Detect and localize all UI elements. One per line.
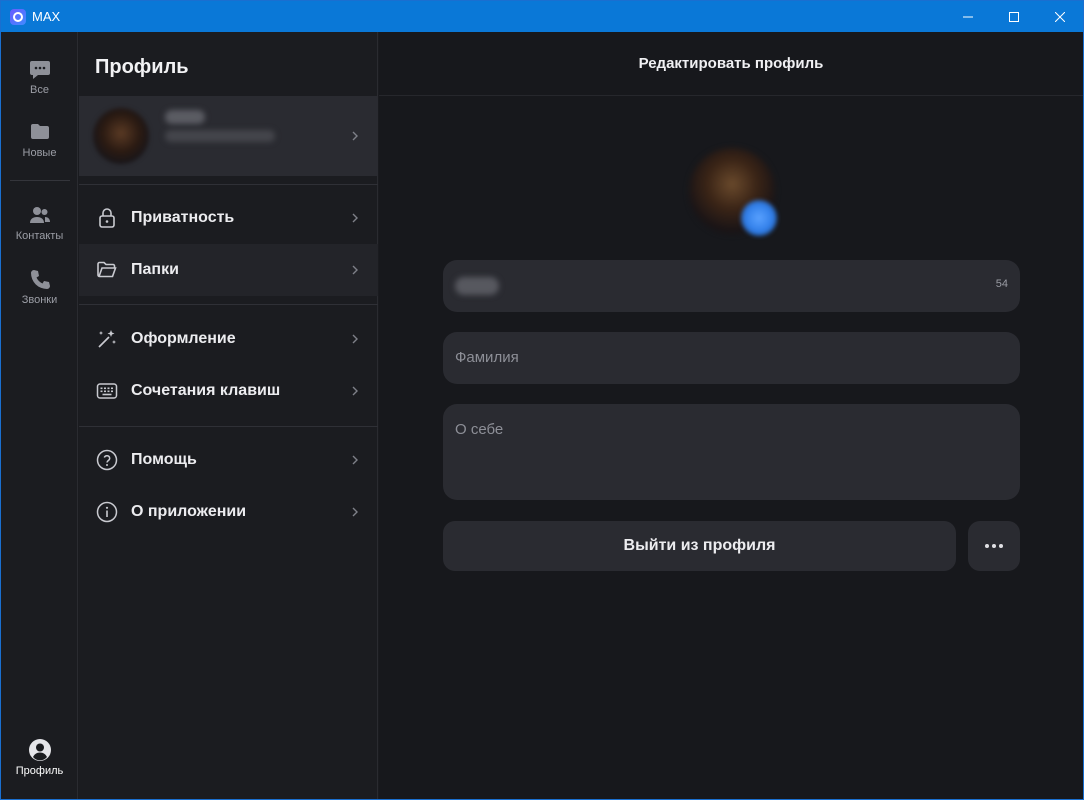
about-placeholder: О себе	[455, 421, 504, 438]
menu-item-appearance[interactable]: Оформление	[79, 313, 378, 365]
nav-rail: Все Новые Контакты Звонки Профиль	[1, 32, 78, 799]
rail-label-profile: Профиль	[15, 765, 64, 777]
rail-item-profile[interactable]: Профиль	[1, 738, 78, 777]
menu-item-help[interactable]: Помощь	[79, 434, 378, 486]
menu-item-folders[interactable]: Папки	[79, 244, 378, 296]
menu-title: Профиль	[95, 56, 189, 78]
menu-divider	[79, 426, 378, 427]
menu-label-about: О приложении	[131, 503, 247, 520]
edit-profile-pane: Редактировать профиль 54 Фамилия О себе …	[379, 32, 1083, 799]
magic-wand-icon	[96, 328, 118, 350]
chat-bubble-icon	[28, 57, 52, 81]
minimize-button[interactable]	[945, 1, 991, 32]
rail-label-contacts: Контакты	[15, 230, 64, 242]
keyboard-icon	[96, 380, 118, 402]
chevron-right-icon	[352, 386, 358, 396]
info-circle-icon	[96, 501, 118, 523]
window-controls	[945, 1, 1083, 32]
chevron-right-icon	[352, 334, 358, 344]
change-photo-badge[interactable]	[741, 200, 777, 236]
rail-label-new: Новые	[22, 147, 57, 159]
maximize-icon	[1009, 11, 1019, 22]
avatar	[93, 108, 149, 164]
close-button[interactable]	[1037, 1, 1083, 32]
chevron-right-icon	[352, 455, 358, 465]
menu-divider	[79, 304, 378, 305]
profile-avatar-icon	[28, 738, 52, 762]
lock-icon	[96, 207, 118, 229]
profile-menu: Профиль Приватность Папки Оформление Соч…	[79, 32, 378, 799]
menu-label-appearance: Оформление	[131, 330, 236, 347]
rail-item-new[interactable]: Новые	[1, 120, 78, 159]
minimize-icon	[963, 16, 973, 17]
maximize-button[interactable]	[991, 1, 1037, 32]
more-dots-icon	[985, 544, 1003, 548]
user-subtitle-redacted	[165, 130, 275, 142]
phone-icon	[28, 267, 52, 291]
rail-item-all[interactable]: Все	[1, 57, 78, 96]
menu-item-privacy[interactable]: Приватность	[79, 192, 378, 244]
menu-item-about[interactable]: О приложении	[79, 486, 378, 538]
page-title: Редактировать профиль	[379, 32, 1083, 96]
app-window: MAX Все Новые Контакты Звонки Профиль Пр…	[0, 0, 1084, 800]
window-title: MAX	[32, 9, 61, 24]
menu-divider	[79, 184, 378, 185]
close-icon	[1055, 11, 1065, 22]
last-name-placeholder: Фамилия	[455, 349, 519, 366]
menu-label-privacy: Приватность	[131, 209, 235, 226]
menu-label-folders: Папки	[131, 261, 179, 278]
logout-button[interactable]: Выйти из профиля	[443, 521, 956, 571]
rail-divider	[10, 180, 70, 181]
chevron-right-icon	[352, 265, 358, 275]
more-options-button[interactable]	[968, 521, 1020, 571]
title-bar: MAX	[1, 1, 1083, 32]
user-name-redacted	[165, 110, 205, 124]
last-name-field[interactable]: Фамилия	[443, 332, 1020, 384]
menu-label-help: Помощь	[131, 451, 197, 468]
menu-label-shortcuts: Сочетания клавиш	[131, 382, 281, 399]
folder-open-icon	[96, 259, 118, 281]
user-card[interactable]	[79, 96, 378, 176]
char-counter: 54	[995, 278, 1008, 290]
rail-label-all: Все	[30, 84, 49, 96]
help-circle-icon	[96, 449, 118, 471]
first-name-field[interactable]: 54	[443, 260, 1020, 312]
folder-icon	[28, 120, 52, 144]
contacts-icon	[28, 203, 52, 227]
rail-item-contacts[interactable]: Контакты	[1, 203, 78, 242]
rail-item-calls[interactable]: Звонки	[1, 267, 78, 306]
chevron-right-icon	[352, 213, 358, 223]
chevron-right-icon	[352, 507, 358, 517]
menu-item-shortcuts[interactable]: Сочетания клавиш	[79, 365, 378, 417]
rail-label-calls: Звонки	[21, 294, 58, 306]
chevron-right-icon	[352, 131, 358, 141]
app-logo-icon	[10, 8, 26, 25]
first-name-value-redacted	[455, 277, 499, 295]
about-field[interactable]: О себе	[443, 404, 1020, 500]
